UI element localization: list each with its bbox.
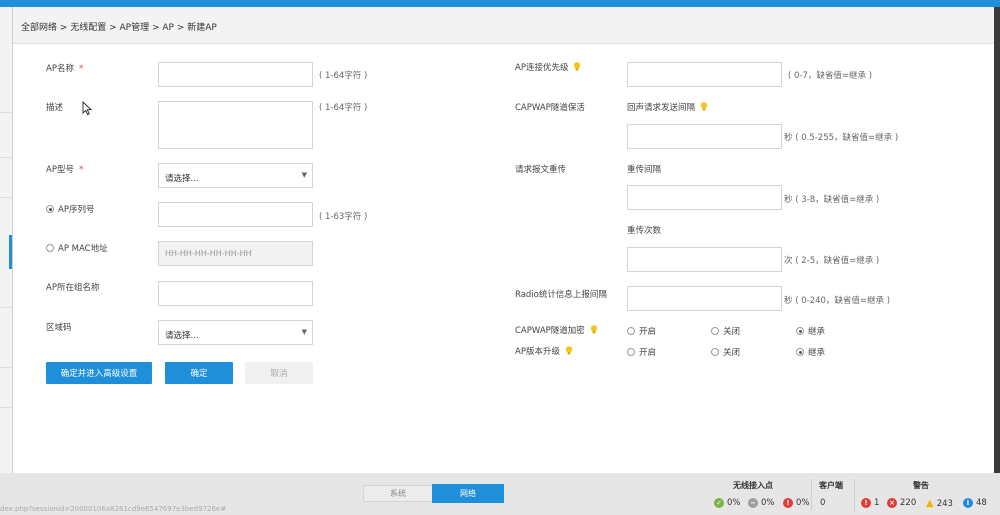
tab-network[interactable]: 网络 [432,484,504,503]
nav-divider [0,157,12,158]
top-accent-bar [0,0,1000,7]
echo-interval-label: 回声请求发送间隔 [627,101,708,113]
upgrade-label: AP版本升级 [515,345,573,357]
retransmit-count-input[interactable] [627,247,782,272]
encrypt-inherit-radio[interactable]: 继承 [796,325,825,337]
breadcrumb: 全部网络 > 无线配置 > AP管理 > AP > 新建AP [13,7,994,44]
ap-name-hint: ( 1-64字符 ) [319,71,368,81]
priority-input[interactable] [627,62,782,87]
retransmit-count-hint: 次 ( 2-5，缺省值=继承 ) [784,256,880,266]
encrypt-off-radio[interactable]: 关闭 [711,325,740,337]
echo-interval-input[interactable] [627,124,782,149]
region-code-select[interactable]: 请选择... ▼ [158,320,313,345]
retransmit-interval-label: 重传间隔 [627,165,662,175]
region-code-label: 区域码 [46,323,72,333]
echo-interval-hint: 秒 ( 0.5-255，缺省值=继承 ) [784,133,899,143]
alarm-info-stat[interactable]: i 48 [963,498,987,508]
description-hint: ( 1-64字符 ) [319,103,368,113]
critical-alert-icon: ! [861,498,871,508]
left-nav-strip [0,7,13,473]
bottom-status-bar: dex.php?sessionid=20000106a8261cd9e65476… [0,473,1000,515]
wireless-offline-stat[interactable]: −0% [748,498,775,508]
radio-report-label: Radio统计信息上报间隔 [515,290,607,300]
ap-group-input[interactable] [158,281,313,306]
serial-input[interactable] [158,202,313,227]
info-icon: i [963,498,973,508]
check-icon: ✓ [714,498,724,508]
nav-active-indicator [9,235,12,269]
alarm-title: 警告 [913,481,929,490]
required-mark: * [78,64,84,74]
breadcrumb-text[interactable]: 全部网络 > 无线配置 > AP管理 > AP > 新建AP [21,20,217,33]
retransmit-interval-hint: 秒 ( 3-8，缺省值=继承 ) [784,195,880,205]
confirm-button[interactable]: 确定 [165,362,233,384]
chevron-down-icon: ▼ [301,171,307,179]
description-label: 描述 [46,103,64,113]
description-textarea[interactable] [158,101,313,149]
radio-report-hint: 秒 ( 0-240，缺省值=继承 ) [784,296,891,306]
tip-bulb-icon[interactable] [565,346,573,355]
nav-divider [0,407,12,408]
tab-system[interactable]: 系统 [363,485,433,502]
encrypt-label: CAPWAP隧道加密 [515,324,598,336]
priority-label: AP连接优先级 [515,61,581,73]
alarm-critical-stat[interactable]: ! 1 [861,498,879,508]
nav-divider [0,367,12,368]
nav-divider [0,197,12,198]
cancel-button[interactable]: 取消 [245,362,313,384]
ap-name-label: AP名称 * [46,64,84,74]
status-divider [854,479,855,511]
serial-radio[interactable]: AP序列号 [46,203,94,215]
client-title: 客户端 [819,481,843,490]
radio-dot [46,205,54,213]
tip-bulb-icon[interactable] [573,62,581,71]
nav-divider [0,307,12,308]
retransmit-label: 请求报文重传 [515,165,567,175]
ap-group-label: AP所在组名称 [46,283,100,293]
tip-bulb-icon[interactable] [700,102,708,111]
wireless-online-stat[interactable]: ✓ 0% [714,498,741,508]
nav-divider [0,112,12,113]
retransmit-count-label: 重传次数 [627,226,662,236]
keepalive-label: CAPWAP隧道保活 [515,103,585,113]
right-scroll-edge [994,7,1000,473]
status-url: dex.php?sessionid=20000106a8261cd9e65476… [0,505,227,513]
encrypt-on-radio[interactable]: 开启 [627,325,656,337]
warning-triangle-icon: ▲ [926,498,934,509]
ap-model-label: AP型号 * [46,165,84,175]
upgrade-on-radio[interactable]: 开启 [627,346,656,358]
mouse-cursor-icon [82,101,92,116]
mac-input[interactable]: HH-HH-HH-HH-HH-HH [158,241,313,266]
tip-bulb-icon[interactable] [590,325,598,334]
ap-name-input[interactable] [158,62,313,87]
retransmit-interval-input[interactable] [627,185,782,210]
error-x-icon: × [887,498,897,508]
upgrade-off-radio[interactable]: 关闭 [711,346,740,358]
wireless-ap-title: 无线接入点 [733,481,773,490]
minus-icon: − [748,498,758,508]
radio-report-input[interactable] [627,286,782,311]
priority-hint: ( 0-7，缺省值=继承 ) [788,71,873,81]
mac-radio[interactable]: AP MAC地址 [46,242,108,254]
radio-dot [46,244,54,252]
ap-model-select[interactable]: 请选择... ▼ [158,163,313,188]
client-count[interactable]: 0 [820,498,825,508]
status-divider [811,479,812,511]
wireless-fault-stat[interactable]: ! 0% [783,498,810,508]
upgrade-inherit-radio[interactable]: 继承 [796,346,825,358]
serial-hint: ( 1-63字符 ) [319,212,368,222]
alert-icon: ! [783,498,793,508]
alarm-major-stat[interactable]: × 220 [887,498,916,508]
new-ap-panel: 全部网络 > 无线配置 > AP管理 > AP > 新建AP AP名称 * ( 1… [13,7,994,473]
confirm-advanced-button[interactable]: 确定并进入高级设置 [46,362,152,384]
alarm-minor-stat[interactable]: ▲ 243 [926,498,953,509]
chevron-down-icon: ▼ [301,328,307,336]
